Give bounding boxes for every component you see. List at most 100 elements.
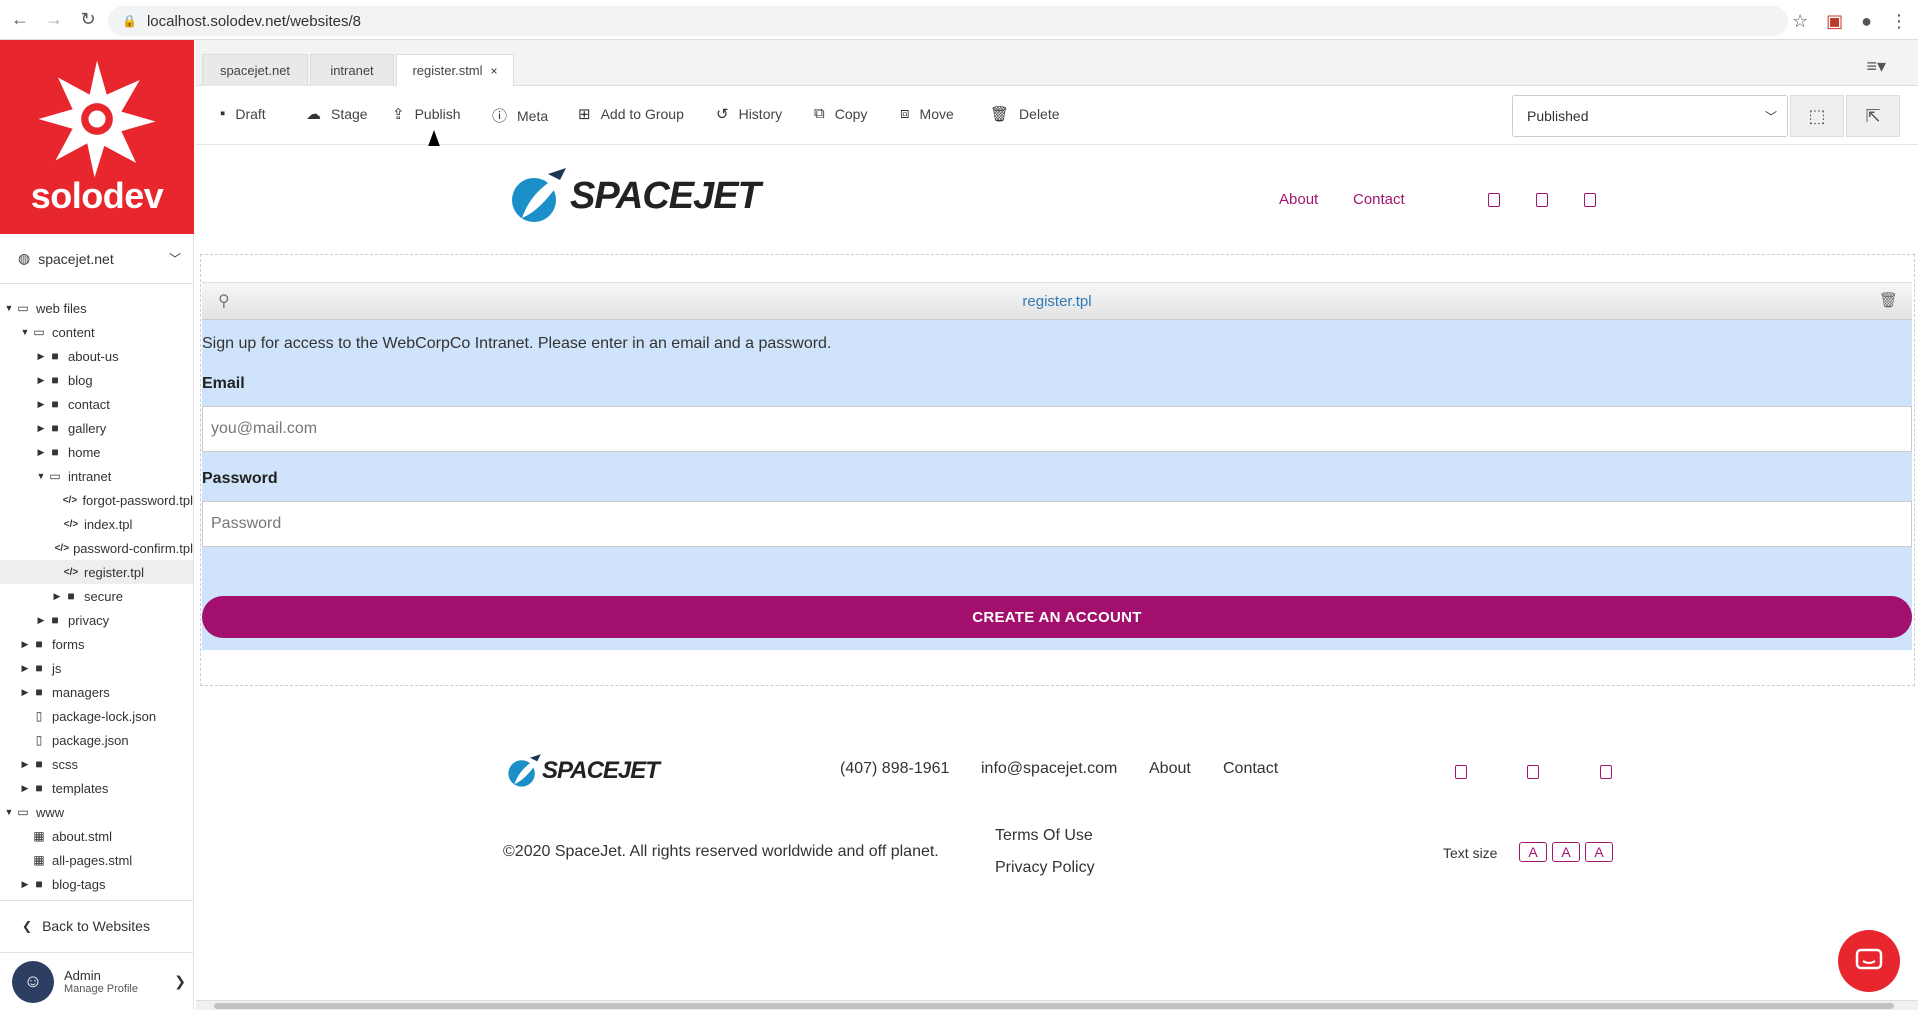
footer-email[interactable]: info@spacejet.com [981, 760, 1117, 778]
status-select[interactable]: Published ﹀ [1512, 95, 1788, 137]
external-link-button[interactable]: ⇱ [1846, 95, 1900, 137]
tree-item[interactable]: ▶ ■ secure [0, 584, 193, 608]
footer-twitter-icon[interactable] [1527, 765, 1539, 779]
tree-item[interactable]: ▶ ■ blog-tags [0, 872, 193, 896]
tree-item[interactable]: </> forgot-password.tpl [0, 488, 193, 512]
caret-right-icon[interactable]: ▶ [20, 879, 30, 890]
caret-down-icon[interactable]: ▼ [4, 807, 14, 817]
caret-right-icon[interactable]: ▶ [36, 375, 46, 386]
back-to-websites-link[interactable]: ❮ Back to Websites [0, 900, 194, 950]
nav-contact-link[interactable]: Contact [1353, 191, 1405, 208]
tree-item[interactable]: ▼ ▭ content [0, 320, 193, 344]
bookmark-star-icon[interactable]: ☆ [1792, 11, 1808, 32]
tree-item[interactable]: ▯ package-lock.json [0, 704, 193, 728]
draft-button[interactable]: ▪ Draft [220, 105, 266, 122]
tree-item[interactable]: ▶ ■ privacy [0, 608, 193, 632]
footer-linkedin-icon[interactable] [1600, 765, 1612, 779]
chat-launcher-button[interactable] [1838, 930, 1900, 992]
caret-down-icon[interactable]: ▼ [4, 303, 14, 313]
publish-button[interactable]: ⇪ Publish [392, 105, 461, 123]
select-element-button[interactable]: ⬚ [1790, 95, 1844, 137]
account-icon[interactable]: ● [1861, 11, 1872, 32]
footer-contact-link[interactable]: Contact [1223, 760, 1278, 778]
tree-item[interactable]: ▶ ■ blog [0, 368, 193, 392]
address-bar[interactable]: 🔒 localhost.solodev.net/websites/8 [108, 6, 1788, 36]
add-to-group-button[interactable]: ⊞ Add to Group [578, 105, 684, 123]
footer-about-link[interactable]: About [1149, 760, 1191, 778]
caret-down-icon[interactable]: ▼ [36, 471, 46, 481]
profile-menu[interactable]: ☺ Admin Manage Profile ❯ [0, 952, 194, 1010]
footer-phone[interactable]: (407) 898-1961 [840, 760, 949, 778]
caret-right-icon[interactable]: ▶ [36, 351, 46, 362]
tree-item-label: index.tpl [84, 516, 133, 532]
nav-about-link[interactable]: About [1279, 191, 1318, 208]
linkedin-icon[interactable] [1584, 193, 1596, 207]
browser-menu-icon[interactable]: ⋮ [1890, 11, 1908, 32]
move-button[interactable]: ⧈ Move [900, 105, 954, 122]
footer-logo[interactable]: SPACEJET [506, 752, 660, 790]
caret-right-icon[interactable]: ▶ [20, 639, 30, 650]
tab-spacejet[interactable]: spacejet.net [202, 54, 308, 86]
site-selector[interactable]: ◍ spacejet.net ﹀ [0, 234, 193, 284]
copy-button[interactable]: ⧉ Copy [814, 105, 867, 122]
caret-right-icon[interactable]: ▶ [52, 591, 62, 602]
solodev-logo[interactable]: solodev [0, 40, 194, 234]
tree-item[interactable]: ▼ ▭ www [0, 800, 193, 824]
stage-button[interactable]: ☁ Stage [306, 105, 368, 123]
caret-right-icon[interactable]: ▶ [20, 663, 30, 674]
history-button[interactable]: ↺ History [716, 105, 782, 123]
tree-item[interactable]: ▶ ■ managers [0, 680, 193, 704]
caret-down-icon[interactable]: ▼ [20, 327, 30, 337]
tab-register[interactable]: register.stml × [396, 54, 514, 86]
reload-icon[interactable]: ↻ [74, 6, 102, 34]
email-field[interactable]: you@mail.com [202, 406, 1912, 452]
extension-icon[interactable]: ▣ [1826, 11, 1843, 32]
tree-item[interactable]: ▦ about.stml [0, 824, 193, 848]
horizontal-scrollbar[interactable] [196, 1000, 1918, 1010]
caret-right-icon[interactable]: ▶ [20, 759, 30, 770]
caret-right-icon[interactable]: ▶ [36, 399, 46, 410]
tree-item[interactable]: ▼ ▭ intranet [0, 464, 193, 488]
tree-item[interactable]: </> register.tpl [0, 560, 193, 584]
footer-facebook-icon[interactable] [1455, 765, 1467, 779]
scrollbar-thumb[interactable] [214, 1003, 1894, 1009]
tree-item[interactable]: ▶ ■ js [0, 656, 193, 680]
tree-item[interactable]: ▯ package.json [0, 728, 193, 752]
spacejet-logo[interactable]: SPACEJET [508, 166, 761, 226]
caret-right-icon[interactable]: ▶ [36, 423, 46, 434]
template-name-link[interactable]: register.tpl [202, 293, 1912, 310]
delete-button[interactable]: 🗑 Delete [990, 105, 1060, 123]
tree-item[interactable]: ▼ ▭ web files [0, 296, 193, 320]
text-size-medium-button[interactable]: A [1552, 842, 1580, 862]
facebook-icon[interactable] [1488, 193, 1500, 207]
password-field[interactable]: Password [202, 501, 1912, 547]
tree-item[interactable]: ▶ ■ about-us [0, 344, 193, 368]
tab-intranet[interactable]: intranet [310, 54, 394, 86]
caret-right-icon[interactable]: ▶ [36, 615, 46, 626]
hamburger-menu-icon[interactable]: ≡▾ [1866, 56, 1886, 77]
create-account-button[interactable]: CREATE AN ACCOUNT [202, 596, 1912, 638]
tree-item[interactable]: ▶ ■ forms [0, 632, 193, 656]
tree-item[interactable]: </> password-confirm.tpl [0, 536, 193, 560]
caret-right-icon[interactable]: ▶ [20, 687, 30, 698]
copyright-text: ©2020 SpaceJet. All rights reserved worl… [503, 843, 939, 860]
tree-item[interactable]: ▦ all-pages.stml [0, 848, 193, 872]
close-icon[interactable]: × [491, 64, 498, 78]
tree-item[interactable]: </> index.tpl [0, 512, 193, 536]
tree-item[interactable]: ▶ ■ templates [0, 776, 193, 800]
twitter-icon[interactable] [1536, 193, 1548, 207]
tree-item[interactable]: ▶ ■ scss [0, 752, 193, 776]
caret-right-icon[interactable]: ▶ [20, 783, 30, 794]
text-size-large-button[interactable]: A [1585, 842, 1613, 862]
trash-icon[interactable]: 🗑 [1879, 291, 1898, 309]
text-size-small-button[interactable]: A [1519, 842, 1547, 862]
meta-button[interactable]: ⓘ Meta [492, 105, 548, 126]
terms-link[interactable]: Terms Of Use [995, 827, 1093, 845]
privacy-link[interactable]: Privacy Policy [995, 859, 1095, 877]
caret-right-icon[interactable]: ▶ [36, 447, 46, 458]
tree-item[interactable]: ▶ ■ contact [0, 392, 193, 416]
tree-item[interactable]: ▶ ■ home [0, 440, 193, 464]
tree-item[interactable]: ▶ ■ gallery [0, 416, 193, 440]
back-arrow-icon[interactable]: ← [6, 6, 34, 34]
forward-arrow-icon[interactable]: → [40, 6, 68, 34]
